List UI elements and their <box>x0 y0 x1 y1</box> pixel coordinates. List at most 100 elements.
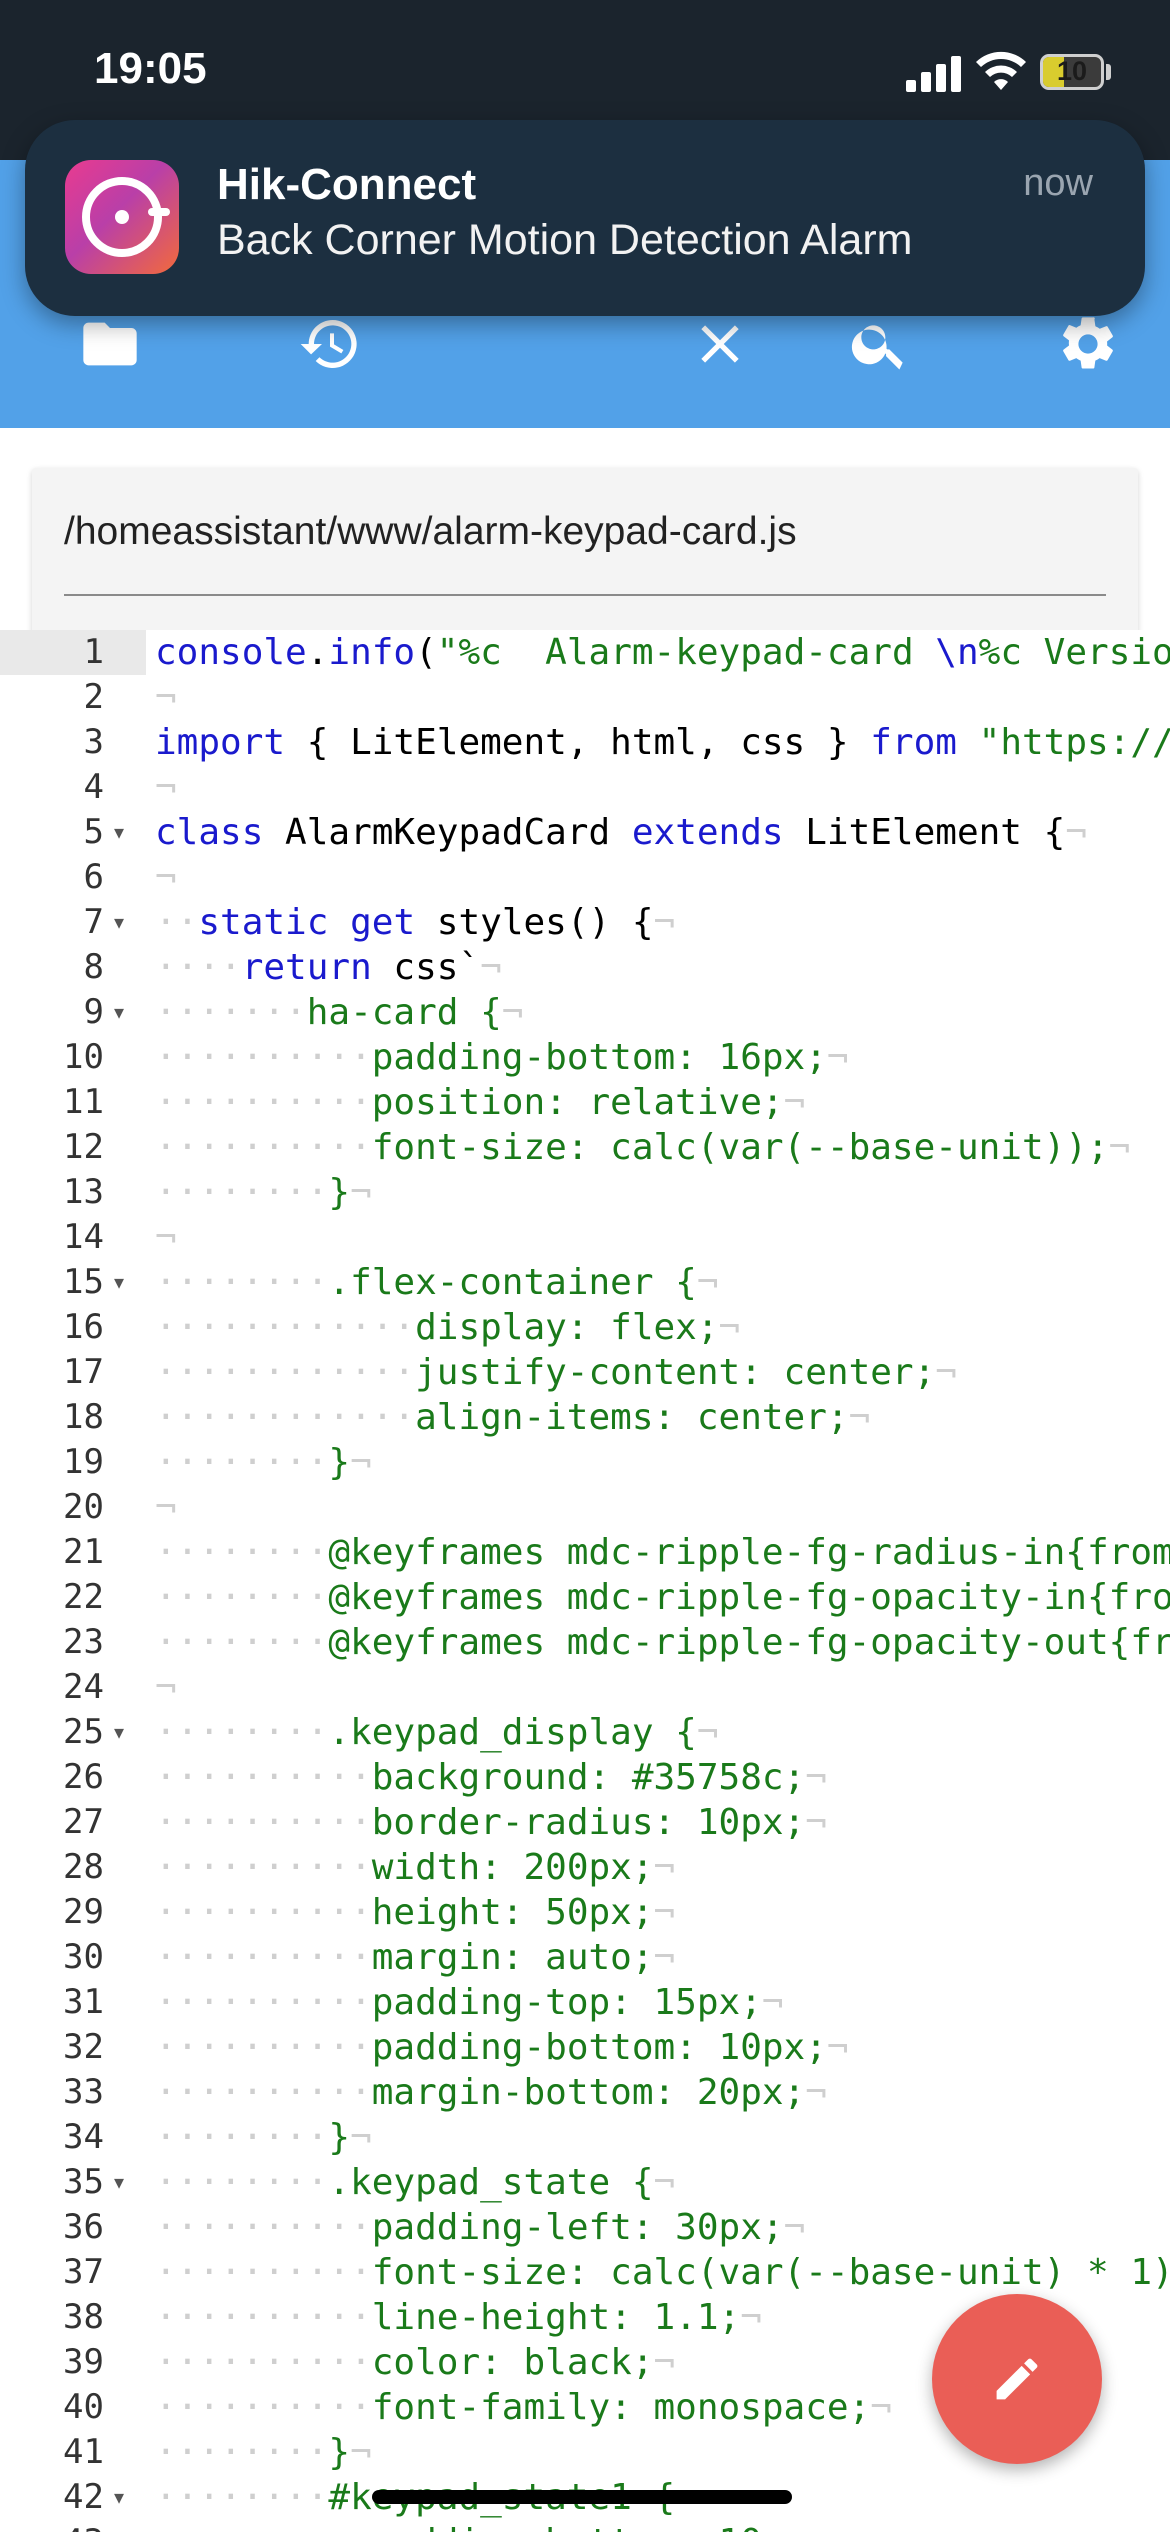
code-line[interactable]: 27 ··········border-radius: 10px;¬ <box>0 1800 1170 1845</box>
code-text: ··········padding-bottom: 10px;¬ <box>155 2027 849 2068</box>
code-text: ········}¬ <box>155 2117 372 2158</box>
code-line[interactable]: 33 ··········margin-bottom: 20px;¬ <box>0 2070 1170 2115</box>
code-line[interactable]: 36 ··········padding-left: 30px;¬ <box>0 2205 1170 2250</box>
line-number: 14 <box>63 1217 104 1257</box>
line-number: 13 <box>63 1172 104 1212</box>
settings-icon[interactable] <box>1056 312 1120 376</box>
file-path-input[interactable]: /homeassistant/www/alarm-keypad-card.js <box>64 510 797 554</box>
code-line[interactable]: 35 ▾ ········.keypad_state {¬ <box>0 2160 1170 2205</box>
code-line[interactable]: 4 ¬ <box>0 765 1170 810</box>
code-text: ········.keypad_state {¬ <box>155 2162 676 2203</box>
fold-arrow-icon[interactable]: ▾ <box>114 1260 138 1305</box>
code-text: ········}¬ <box>155 1172 372 1213</box>
fold-arrow-icon[interactable]: ▾ <box>114 2475 138 2520</box>
edit-fab-button[interactable] <box>932 2294 1102 2464</box>
close-icon[interactable] <box>688 312 752 376</box>
code-text: ··········padding-left: 30px;¬ <box>155 2207 806 2248</box>
line-number: 1 <box>0 630 146 675</box>
code-line[interactable]: 16 ············display: flex;¬ <box>0 1305 1170 1350</box>
code-text: ··········border-radius: 10px;¬ <box>155 1802 827 1843</box>
fold-arrow-icon[interactable]: ▾ <box>114 900 138 945</box>
code-line[interactable]: 11 ··········position: relative;¬ <box>0 1080 1170 1125</box>
code-line[interactable]: 23 ········@keyframes mdc-ripple-fg-opaci… <box>0 1620 1170 1665</box>
code-text: ············display: flex;¬ <box>155 1307 741 1348</box>
code-text: ········@keyframes mdc-ripple-fg-opacity… <box>155 1622 1170 1663</box>
folder-icon[interactable] <box>78 312 142 376</box>
line-number: 22 <box>63 1577 104 1617</box>
line-number: 4 <box>83 767 104 807</box>
home-indicator <box>372 2490 792 2504</box>
fold-arrow-icon[interactable]: ▾ <box>114 990 138 1035</box>
status-time: 19:05 <box>94 44 207 93</box>
fold-arrow-icon[interactable]: ▾ <box>114 810 138 855</box>
notification-app-name: Hik-Connect <box>217 160 477 209</box>
edit-pencil-icon <box>996 2358 1038 2400</box>
line-number: 20 <box>63 1487 104 1527</box>
code-line[interactable]: 17 ············justify-content: center;¬ <box>0 1350 1170 1395</box>
code-line[interactable]: 32 ··········padding-bottom: 10px;¬ <box>0 2025 1170 2070</box>
code-line[interactable]: 1 console.info("%c Alarm-keypad-card \n%c… <box>0 630 1170 675</box>
line-number: 40 <box>63 2387 104 2427</box>
code-line[interactable]: 7 ▾ ··static get styles() {¬ <box>0 900 1170 945</box>
code-editor[interactable]: 1 console.info("%c Alarm-keypad-card \n%c… <box>0 630 1170 2532</box>
line-number: 37 <box>63 2252 104 2292</box>
code-text: ··········padding-top: 15px;¬ <box>155 1982 784 2023</box>
code-text: ····return css`¬ <box>155 947 502 988</box>
code-line[interactable]: 31 ··········padding-top: 15px;¬ <box>0 1980 1170 2025</box>
code-text: ¬ <box>155 1217 177 1258</box>
line-number: 12 <box>63 1127 104 1167</box>
code-line[interactable]: 3 import { LitElement, html, css } from "… <box>0 720 1170 765</box>
code-line[interactable]: 34 ········}¬ <box>0 2115 1170 2160</box>
code-line[interactable]: 30 ··········margin: auto;¬ <box>0 1935 1170 1980</box>
code-line[interactable]: 29 ··········height: 50px;¬ <box>0 1890 1170 1935</box>
code-text: class AlarmKeypadCard extends LitElement… <box>155 812 1088 853</box>
code-line[interactable]: 15 ▾ ········.flex-container {¬ <box>0 1260 1170 1305</box>
code-line[interactable]: 5 ▾ class AlarmKeypadCard extends LitEleme… <box>0 810 1170 855</box>
code-line[interactable]: 19 ········}¬ <box>0 1440 1170 1485</box>
line-number: 36 <box>63 2207 104 2247</box>
code-line[interactable]: 43 ··········padding-bottom: 10px;¬ <box>0 2520 1170 2532</box>
code-line[interactable]: 20 ¬ <box>0 1485 1170 1530</box>
code-line[interactable]: 18 ············align-items: center;¬ <box>0 1395 1170 1440</box>
code-text: ¬ <box>155 1667 177 1708</box>
code-line[interactable]: 13 ········}¬ <box>0 1170 1170 1215</box>
search-icon[interactable] <box>848 312 912 376</box>
line-number: 21 <box>63 1532 104 1572</box>
code-line[interactable]: 37 ··········font-size: calc(var(--base-u… <box>0 2250 1170 2295</box>
code-text: ¬ <box>155 677 177 718</box>
fold-arrow-icon[interactable]: ▾ <box>114 2160 138 2205</box>
line-number: 3 <box>83 722 104 762</box>
code-line[interactable]: 22 ········@keyframes mdc-ripple-fg-opaci… <box>0 1575 1170 1620</box>
line-number: 24 <box>63 1667 104 1707</box>
line-number: 26 <box>63 1757 104 1797</box>
line-number: 32 <box>63 2027 104 2067</box>
code-text: ··········margin-bottom: 20px;¬ <box>155 2072 827 2113</box>
code-text: ········@keyframes mdc-ripple-fg-radius-… <box>155 1532 1170 1573</box>
code-text: ··········font-size: calc(var(--base-uni… <box>155 1127 1131 1168</box>
code-line[interactable]: 8 ····return css`¬ <box>0 945 1170 990</box>
code-line[interactable]: 24 ¬ <box>0 1665 1170 1710</box>
line-number: 2 <box>83 677 104 717</box>
notification-time: now <box>1023 162 1093 204</box>
history-icon[interactable] <box>298 312 362 376</box>
fold-arrow-icon[interactable]: ▾ <box>114 1710 138 1755</box>
code-line[interactable]: 2 ¬ <box>0 675 1170 720</box>
line-number: 23 <box>63 1622 104 1662</box>
code-text: ··········font-family: monospace;¬ <box>155 2387 892 2428</box>
code-line[interactable]: 9 ▾ ·······ha-card {¬ <box>0 990 1170 1035</box>
code-line[interactable]: 10 ··········padding-bottom: 16px;¬ <box>0 1035 1170 1080</box>
code-line[interactable]: 21 ········@keyframes mdc-ripple-fg-radiu… <box>0 1530 1170 1575</box>
code-line[interactable]: 14 ¬ <box>0 1215 1170 1260</box>
battery-level: 10 <box>1056 56 1088 86</box>
code-line[interactable]: 6 ¬ <box>0 855 1170 900</box>
code-line[interactable]: 25 ▾ ········.keypad_display {¬ <box>0 1710 1170 1755</box>
line-number: 33 <box>63 2072 104 2112</box>
code-text: ············align-items: center;¬ <box>155 1397 871 1438</box>
code-text: ········}¬ <box>155 2432 372 2473</box>
line-number: 30 <box>63 1937 104 1977</box>
code-line[interactable]: 26 ··········background: #35758c;¬ <box>0 1755 1170 1800</box>
code-line[interactable]: 12 ··········font-size: calc(var(--base-u… <box>0 1125 1170 1170</box>
push-notification[interactable]: Hik-Connect Back Corner Motion Detection… <box>25 120 1145 316</box>
code-line[interactable]: 28 ··········width: 200px;¬ <box>0 1845 1170 1890</box>
code-text: ··········width: 200px;¬ <box>155 1847 676 1888</box>
